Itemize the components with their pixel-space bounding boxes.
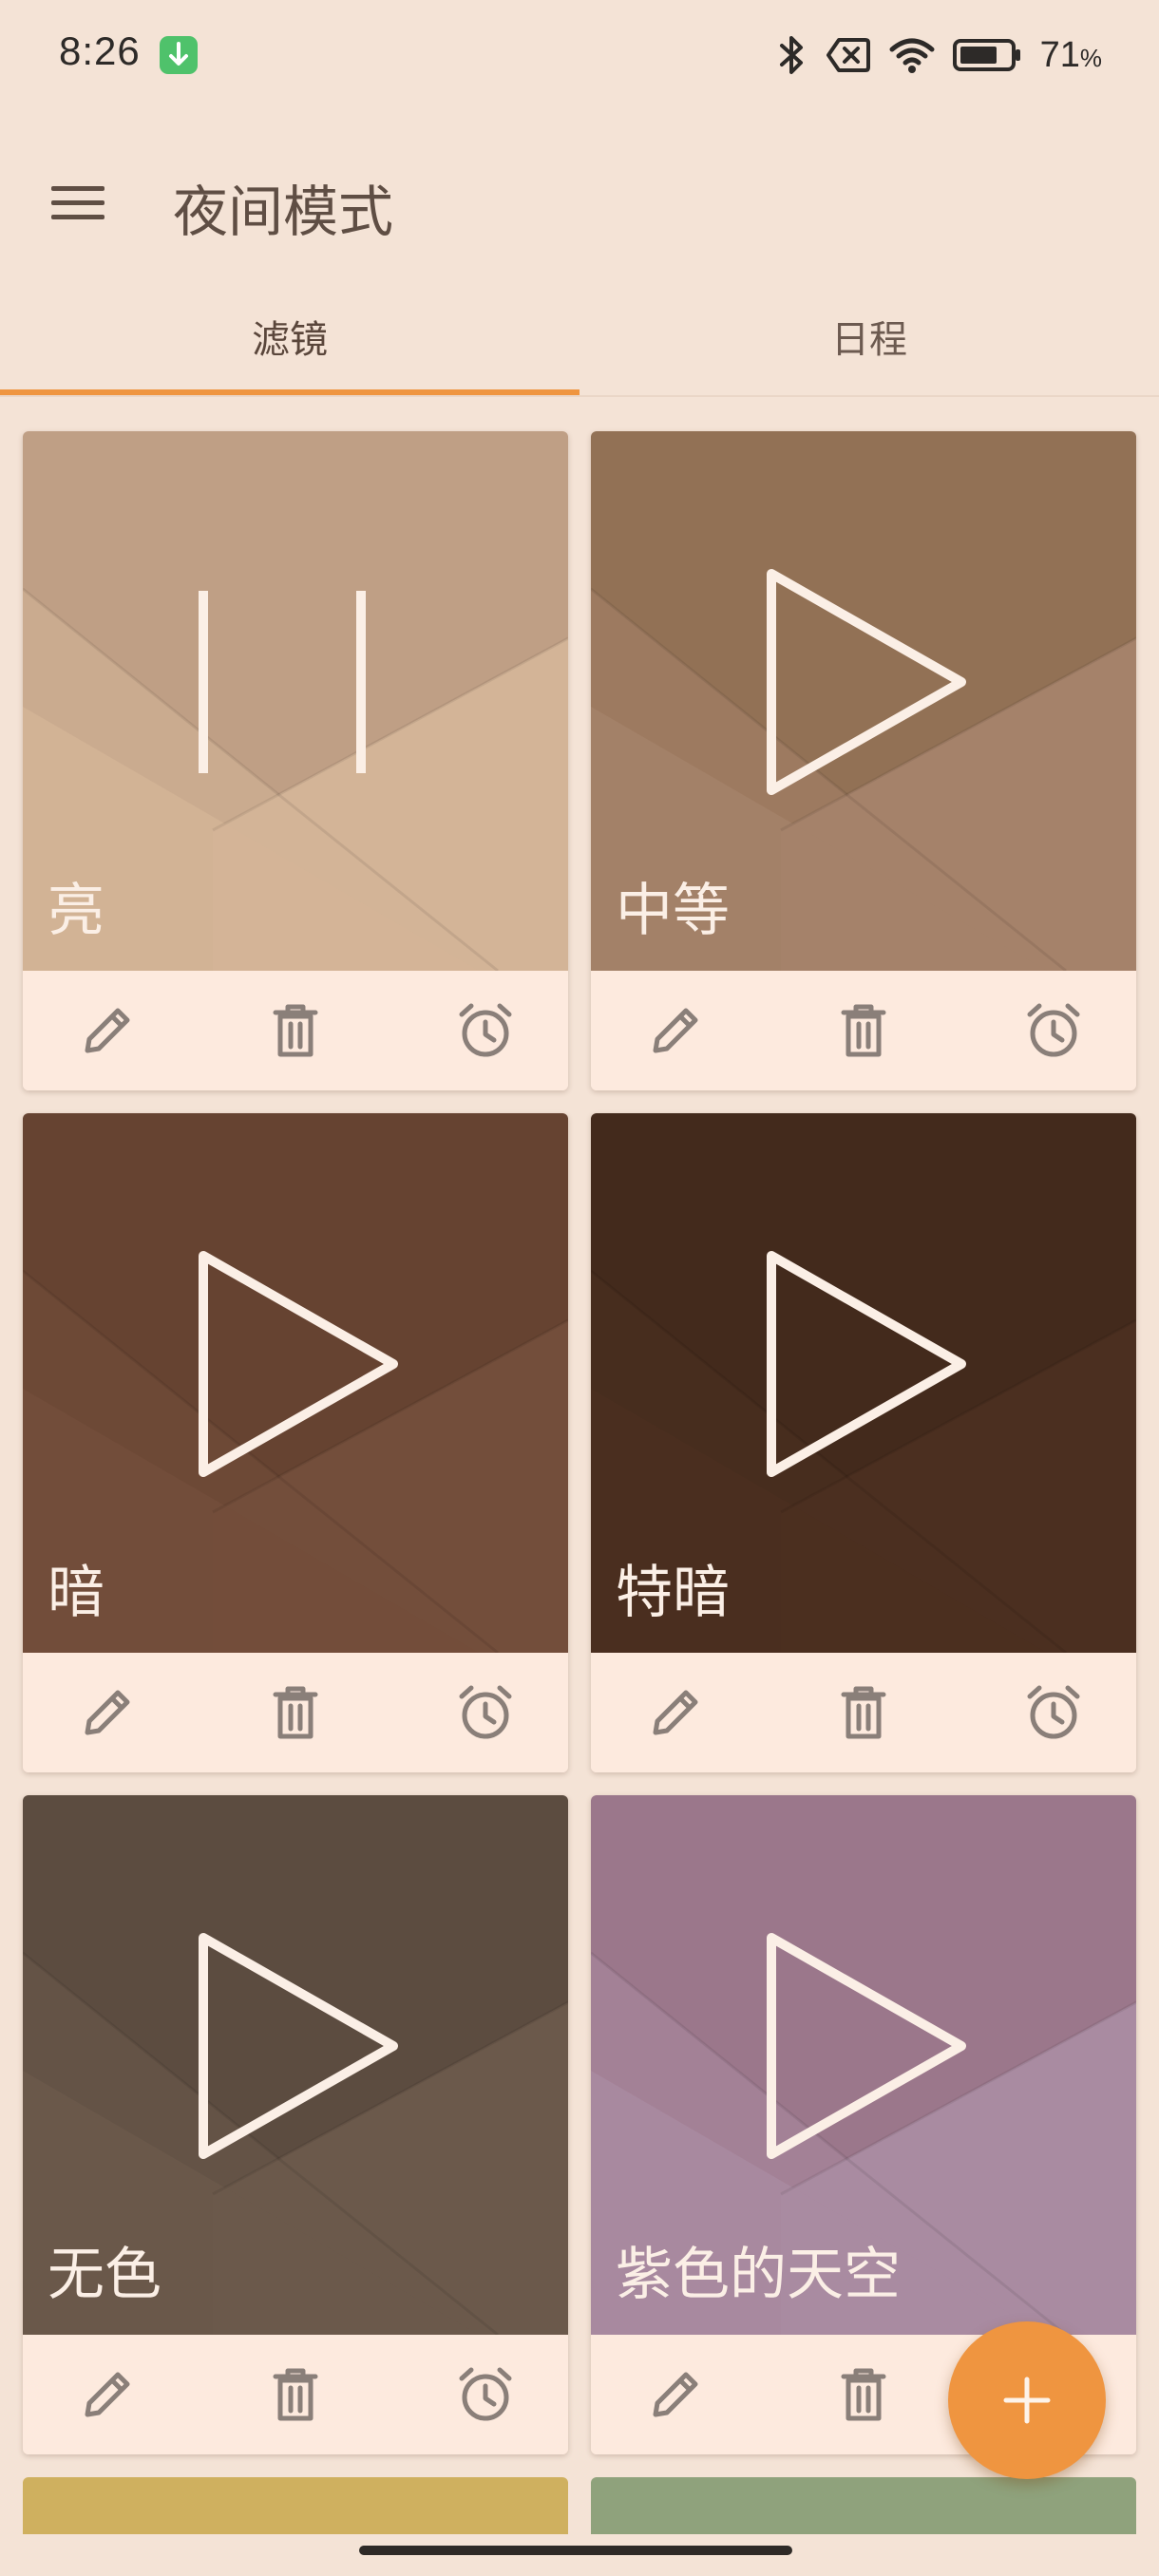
edit-pencil-icon[interactable] [74,2361,141,2428]
delete-trash-icon[interactable] [830,2361,897,2428]
wifi-icon [889,38,935,73]
filter-card-peek[interactable] [591,2477,1136,2534]
filter-name: 暗 [48,1560,104,1626]
tab-schedule[interactable]: 日程 [580,293,1159,399]
delete-trash-icon[interactable] [830,997,897,1064]
delete-trash-icon[interactable] [262,2361,329,2428]
edit-pencil-icon[interactable] [642,2361,709,2428]
filter-actions [23,1653,568,1772]
filter-actions [23,2335,568,2454]
filter-card[interactable]: 特暗 [591,1113,1136,1772]
filter-actions [591,971,1136,1090]
no-sim-icon [826,38,870,72]
tab-filters[interactable]: 滤镜 [0,293,580,399]
filter-card[interactable]: 亮 [23,431,568,1090]
edit-pencil-icon[interactable] [74,1679,141,1746]
tab-divider [0,395,1159,397]
filter-preview[interactable] [23,431,568,971]
filter-card-peek[interactable] [23,2477,568,2534]
filter-name: 中等 [616,878,730,944]
gesture-bar [359,2546,792,2555]
battery-icon [952,39,1020,71]
delete-trash-icon[interactable] [262,997,329,1064]
edit-pencil-icon[interactable] [642,1679,709,1746]
filter-card[interactable]: 暗 [23,1113,568,1772]
schedule-alarm-icon[interactable] [1020,997,1087,1064]
filter-card[interactable]: 中等 [591,431,1136,1090]
status-bar: 8:26 71% [0,0,1159,112]
schedule-alarm-icon[interactable] [452,1679,519,1746]
filter-actions [23,971,568,1090]
tab-bar: 滤镜 日程 [0,293,1159,399]
filter-card[interactable]: 无色 [23,1795,568,2454]
edit-pencil-icon[interactable] [74,997,141,1064]
edit-pencil-icon[interactable] [642,997,709,1064]
download-notification-icon [160,36,198,74]
filter-name: 特暗 [616,1560,730,1626]
schedule-alarm-icon[interactable] [452,997,519,1064]
status-icons: 71% [774,30,1102,80]
plus-icon [1003,2377,1051,2424]
add-filter-button[interactable] [948,2321,1106,2479]
filter-actions [591,1653,1136,1772]
battery-percent: 71% [1039,34,1102,75]
delete-trash-icon[interactable] [262,1679,329,1746]
page-title: 夜间模式 [173,180,394,244]
filter-name: 紫色的天空 [616,2242,901,2308]
status-time: 8:26 [59,28,141,73]
app-bar: 夜间模式 [0,112,1159,293]
schedule-alarm-icon[interactable] [1020,1679,1087,1746]
filter-name: 亮 [48,878,104,944]
delete-trash-icon[interactable] [830,1679,897,1746]
bluetooth-icon [779,36,803,74]
filter-name: 无色 [48,2242,162,2308]
hamburger-menu-icon[interactable] [49,180,106,226]
filter-preview[interactable] [23,1113,568,1653]
schedule-alarm-icon[interactable] [452,2361,519,2428]
